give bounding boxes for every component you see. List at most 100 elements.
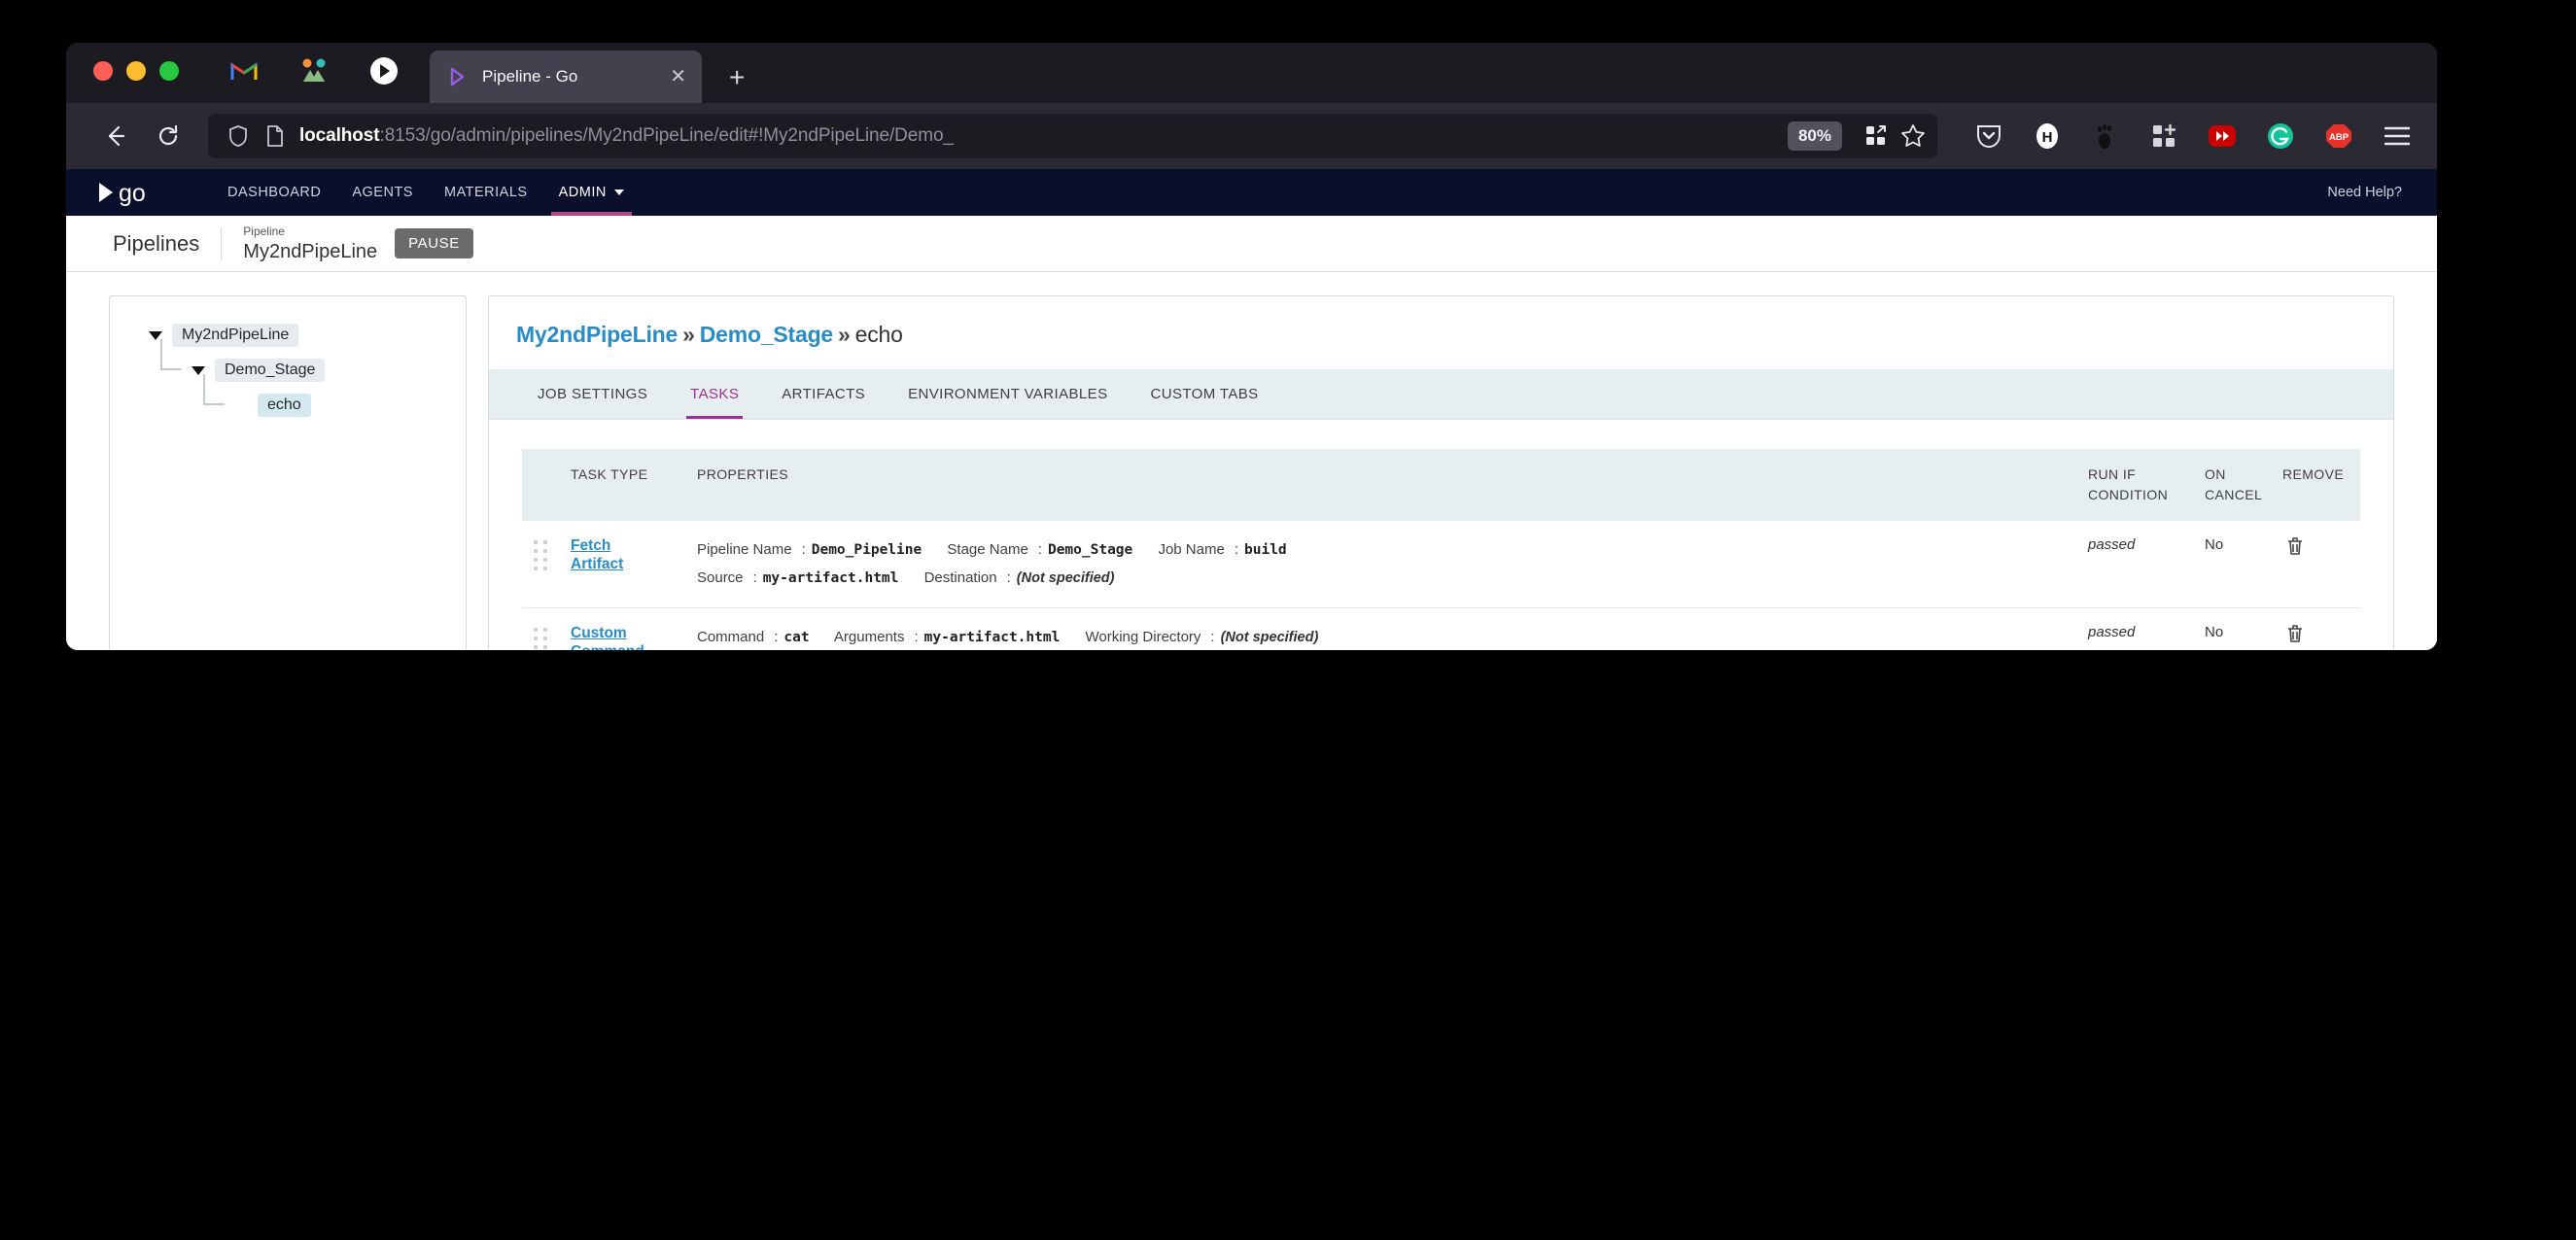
- run-if-cell: passed: [2088, 521, 2205, 609]
- task-type-link-fetch-artifact[interactable]: Fetch Artifact: [571, 536, 664, 574]
- breadcrumb-separator: »: [682, 322, 695, 347]
- drag-handle-icon[interactable]: [534, 540, 571, 570]
- zoom-level-badge[interactable]: 80%: [1787, 121, 1842, 151]
- tab-custom-tabs[interactable]: CUSTOM TABS: [1129, 369, 1279, 419]
- prop-key: Command: [697, 629, 765, 646]
- reload-button[interactable]: [142, 110, 194, 162]
- tree-item-label: echo: [258, 394, 311, 417]
- properties-line: Command: cat Arguments: my-artifact.html W…: [697, 624, 2088, 650]
- menu-icon[interactable]: [2381, 120, 2414, 153]
- remove-cell: [2282, 607, 2360, 650]
- page-body: My2ndPipeLine Demo_Stage echo My2ndPipeL…: [66, 272, 2437, 650]
- tab-artifacts[interactable]: ARTIFACTS: [760, 369, 887, 419]
- page-info-icon[interactable]: [262, 123, 288, 149]
- pipeline-tree-panel: My2ndPipeLine Demo_Stage echo: [109, 295, 467, 650]
- url-path: :8153/go/admin/pipelines/My2ndPipeLine/e…: [379, 125, 954, 146]
- pinned-tabs: [227, 43, 400, 103]
- task-properties: Pipeline Name: Demo_Pipeline Stage Name: D…: [697, 536, 2088, 592]
- tab-environment-variables[interactable]: ENVIRONMENT VARIABLES: [887, 369, 1129, 419]
- breadcrumb-separator: »: [838, 322, 851, 347]
- pipeline-name: My2ndPipeLine: [243, 240, 378, 262]
- prop-colon: :: [752, 568, 757, 586]
- url-host: localhost: [299, 125, 380, 146]
- maximize-window-button[interactable]: [159, 61, 179, 81]
- extensions-icon[interactable]: [2147, 120, 2180, 153]
- divider: [221, 226, 223, 260]
- minimize-window-button[interactable]: [126, 61, 146, 81]
- close-icon[interactable]: ✕: [670, 67, 686, 86]
- breadcrumb-job: echo: [854, 322, 903, 347]
- window-controls: [93, 43, 179, 103]
- nav-item-materials[interactable]: MATERIALS: [429, 169, 543, 216]
- run-if-value: passed: [2088, 624, 2136, 641]
- table-row: Fetch Artifact Pipeline Name: Demo_Pipeli…: [522, 521, 2360, 609]
- nav-item-admin[interactable]: ADMIN: [543, 169, 640, 216]
- prop-key: Source: [697, 568, 744, 586]
- trash-icon[interactable]: [2286, 625, 2304, 648]
- job-tabs: JOB SETTINGS TASKS ARTIFACTS ENVIRONMENT…: [489, 369, 2393, 420]
- fastforward-icon[interactable]: [2206, 120, 2239, 153]
- tree-item-stage[interactable]: Demo_Stage: [110, 339, 466, 388]
- grammarly-icon[interactable]: [2264, 120, 2297, 153]
- gmail-pinned-tab[interactable]: [227, 54, 261, 87]
- task-properties-cell: Pipeline Name: Demo_Pipeline Stage Name: D…: [697, 521, 2088, 609]
- need-help-link[interactable]: Need Help?: [2327, 185, 2402, 200]
- prop-key: Working Directory: [1085, 629, 1201, 646]
- browser-tab-pipeline[interactable]: Pipeline - Go ✕: [430, 51, 702, 103]
- address-bar[interactable]: localhost:8153/go/admin/pipelines/My2ndP…: [208, 114, 1937, 158]
- tab-tasks[interactable]: TASKS: [669, 369, 760, 419]
- run-if-value: passed: [2088, 536, 2136, 553]
- col-run-if: RUN IF CONDITION: [2088, 449, 2205, 521]
- prop-colon: :: [1210, 629, 1215, 646]
- gocd-pinned-tab[interactable]: [367, 54, 400, 87]
- nav-label: MATERIALS: [443, 185, 528, 200]
- trash-icon[interactable]: [2286, 537, 2304, 561]
- footprint-icon[interactable]: [2089, 120, 2122, 153]
- pocket-icon[interactable]: [1972, 120, 2005, 153]
- pause-button[interactable]: PAUSE: [395, 228, 473, 258]
- browser-toolbar-icons: H ABP: [1953, 120, 2414, 153]
- nav-item-dashboard[interactable]: DASHBOARD: [212, 169, 336, 216]
- task-type-link-custom-command[interactable]: Custom Command: [571, 624, 664, 650]
- analytics-pinned-tab[interactable]: [297, 54, 331, 87]
- prop-value: my-artifact.html: [923, 630, 1061, 646]
- svg-text:ABP: ABP: [2329, 132, 2350, 143]
- breadcrumb-stage-link[interactable]: Demo_Stage: [700, 322, 834, 347]
- tree-item-label: Demo_Stage: [215, 359, 326, 382]
- gocd-application: go DASHBOARD AGENTS MATERIALS ADMIN Need…: [66, 169, 2437, 650]
- back-button[interactable]: [89, 110, 142, 162]
- adblockplus-icon[interactable]: ABP: [2322, 120, 2355, 153]
- on-cancel-value: No: [2205, 536, 2224, 553]
- table-row: Custom Command Command:cat Arguments:my-…: [522, 607, 2360, 650]
- tasks-table-body: Fetch Artifact Pipeline Name: Demo_Pipeli…: [522, 521, 2360, 650]
- tree-item-job[interactable]: echo: [110, 374, 466, 423]
- close-window-button[interactable]: [93, 61, 113, 81]
- prop-key: Arguments: [833, 629, 905, 646]
- drag-handle-cell[interactable]: [522, 607, 571, 650]
- drag-handle-icon[interactable]: [534, 628, 571, 650]
- url-text[interactable]: localhost:8153/go/admin/pipelines/My2ndP…: [299, 125, 1776, 147]
- on-cancel-value: No: [2205, 624, 2224, 641]
- remove-cell: [2282, 521, 2360, 609]
- extensions-page-icon[interactable]: [1863, 123, 1889, 149]
- tree-item-label: My2ndPipeLine: [172, 324, 299, 347]
- col-on-cancel: ON CANCEL: [2205, 449, 2282, 521]
- drag-handle-cell[interactable]: [522, 521, 571, 609]
- prop-colon: :: [1006, 568, 1011, 586]
- honey-icon[interactable]: H: [2031, 120, 2064, 153]
- breadcrumb-pipeline-link[interactable]: My2ndPipeLine: [516, 322, 678, 347]
- go-logo[interactable]: go: [95, 178, 171, 207]
- breadcrumb: My2ndPipeLine» Demo_Stage» echo: [489, 296, 2393, 369]
- prop-value: (Not specified): [1220, 630, 1319, 646]
- prop-colon: :: [774, 629, 779, 646]
- on-cancel-cell: No: [2205, 607, 2282, 650]
- tab-job-settings[interactable]: JOB SETTINGS: [516, 369, 669, 419]
- nav-label: AGENTS: [352, 185, 413, 200]
- shield-icon[interactable]: [226, 123, 251, 149]
- svg-text:H: H: [2042, 129, 2053, 146]
- tasks-table: TASK TYPE PROPERTIES RUN IF CONDITION ON…: [522, 449, 2360, 650]
- bookmark-star-icon[interactable]: [1900, 123, 1926, 149]
- gocd-nav-items: DASHBOARD AGENTS MATERIALS ADMIN: [212, 169, 640, 216]
- new-tab-button[interactable]: +: [729, 64, 745, 91]
- nav-item-agents[interactable]: AGENTS: [336, 169, 429, 216]
